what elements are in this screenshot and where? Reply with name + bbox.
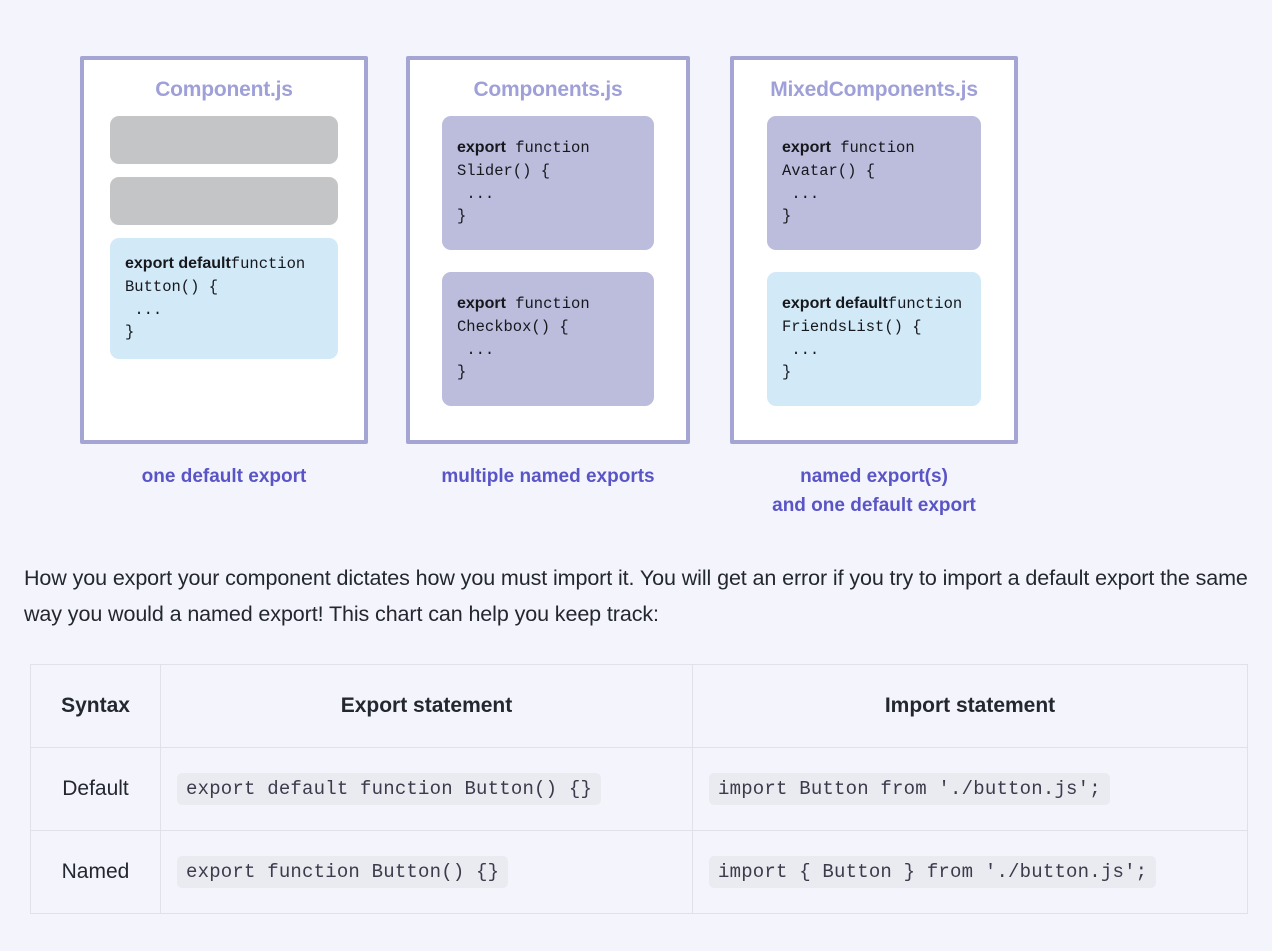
caption-named-and-default-export: named export(s) and one default export bbox=[772, 466, 976, 516]
code-placeholder-block bbox=[110, 116, 338, 164]
cell-import-statement-named: import { Button } from './button.js'; bbox=[692, 830, 1248, 915]
default-export-block: export defaultfunction Button() { ... } bbox=[110, 238, 338, 360]
file-card-body: export defaultfunction Button() { ... } bbox=[84, 116, 364, 360]
cell-export-statement-named: export function Button() {} bbox=[160, 830, 693, 915]
table-row: Named export function Button() {} import… bbox=[30, 830, 1248, 915]
named-export-block: export function Avatar() { ... } bbox=[767, 116, 981, 251]
caption-one-default-export: one default export bbox=[141, 466, 307, 487]
export-keyword: export bbox=[457, 295, 506, 313]
cell-syntax-default: Default bbox=[30, 747, 161, 832]
caption-multiple-named-exports: multiple named exports bbox=[441, 466, 655, 487]
code-snippet-export-named: export function Button() {} bbox=[177, 856, 509, 889]
export-keyword: export default bbox=[125, 255, 231, 272]
code-snippet-import-default: import Button from './button.js'; bbox=[709, 773, 1110, 806]
file-card-title: MixedComponents.js bbox=[770, 78, 978, 101]
column-header-syntax: Syntax bbox=[30, 664, 161, 749]
file-card-body: export function Avatar() { ... } export … bbox=[734, 116, 1014, 407]
export-keyword: export bbox=[457, 139, 506, 156]
file-card-title: Components.js bbox=[473, 78, 623, 101]
column-header-import-statement: Import statement bbox=[692, 664, 1248, 749]
exports-diagram: Component.js export defaultfunction Butt… bbox=[0, 0, 1272, 530]
cell-export-statement-default: export default function Button() {} bbox=[160, 747, 693, 832]
explanatory-paragraph: How you export your component dictates h… bbox=[24, 566, 1248, 627]
row-label: Default bbox=[62, 777, 129, 801]
named-export-block: export function Slider() { ... } bbox=[442, 116, 654, 251]
cell-syntax-named: Named bbox=[30, 830, 161, 915]
table-body: Default export default function Button()… bbox=[30, 747, 1248, 915]
column-header-export-statement: Export statement bbox=[160, 664, 693, 749]
code-snippet-import-named: import { Button } from './button.js'; bbox=[709, 856, 1157, 889]
export-keyword: export bbox=[782, 139, 831, 156]
row-label: Named bbox=[61, 860, 130, 884]
table-header-row: Syntax Export statement Import statement bbox=[30, 664, 1248, 749]
default-export-block: export defaultfunction FriendsList() { .… bbox=[767, 272, 981, 407]
table-head: Syntax Export statement Import statement bbox=[30, 664, 1248, 749]
export-import-syntax-table: Syntax Export statement Import statement… bbox=[30, 664, 1248, 915]
file-card-mixedcomponents-js: MixedComponents.js export function Avata… bbox=[730, 56, 1018, 444]
cell-import-statement-default: import Button from './button.js'; bbox=[692, 747, 1248, 832]
file-card-components-js: Components.js export function Slider() {… bbox=[406, 56, 690, 444]
file-card-component-js: Component.js export defaultfunction Butt… bbox=[80, 56, 368, 444]
file-card-title: Component.js bbox=[155, 78, 293, 101]
syntax-table-wrapper: Syntax Export statement Import statement… bbox=[30, 664, 1248, 915]
export-keyword: export default bbox=[782, 295, 888, 313]
code-snippet-export-default: export default function Button() {} bbox=[177, 773, 602, 806]
file-card-body: export function Slider() { ... } export … bbox=[410, 116, 686, 407]
named-export-block: export function Checkbox() { ... } bbox=[442, 272, 654, 407]
code-placeholder-block bbox=[110, 177, 338, 225]
table-row: Default export default function Button()… bbox=[30, 747, 1248, 832]
